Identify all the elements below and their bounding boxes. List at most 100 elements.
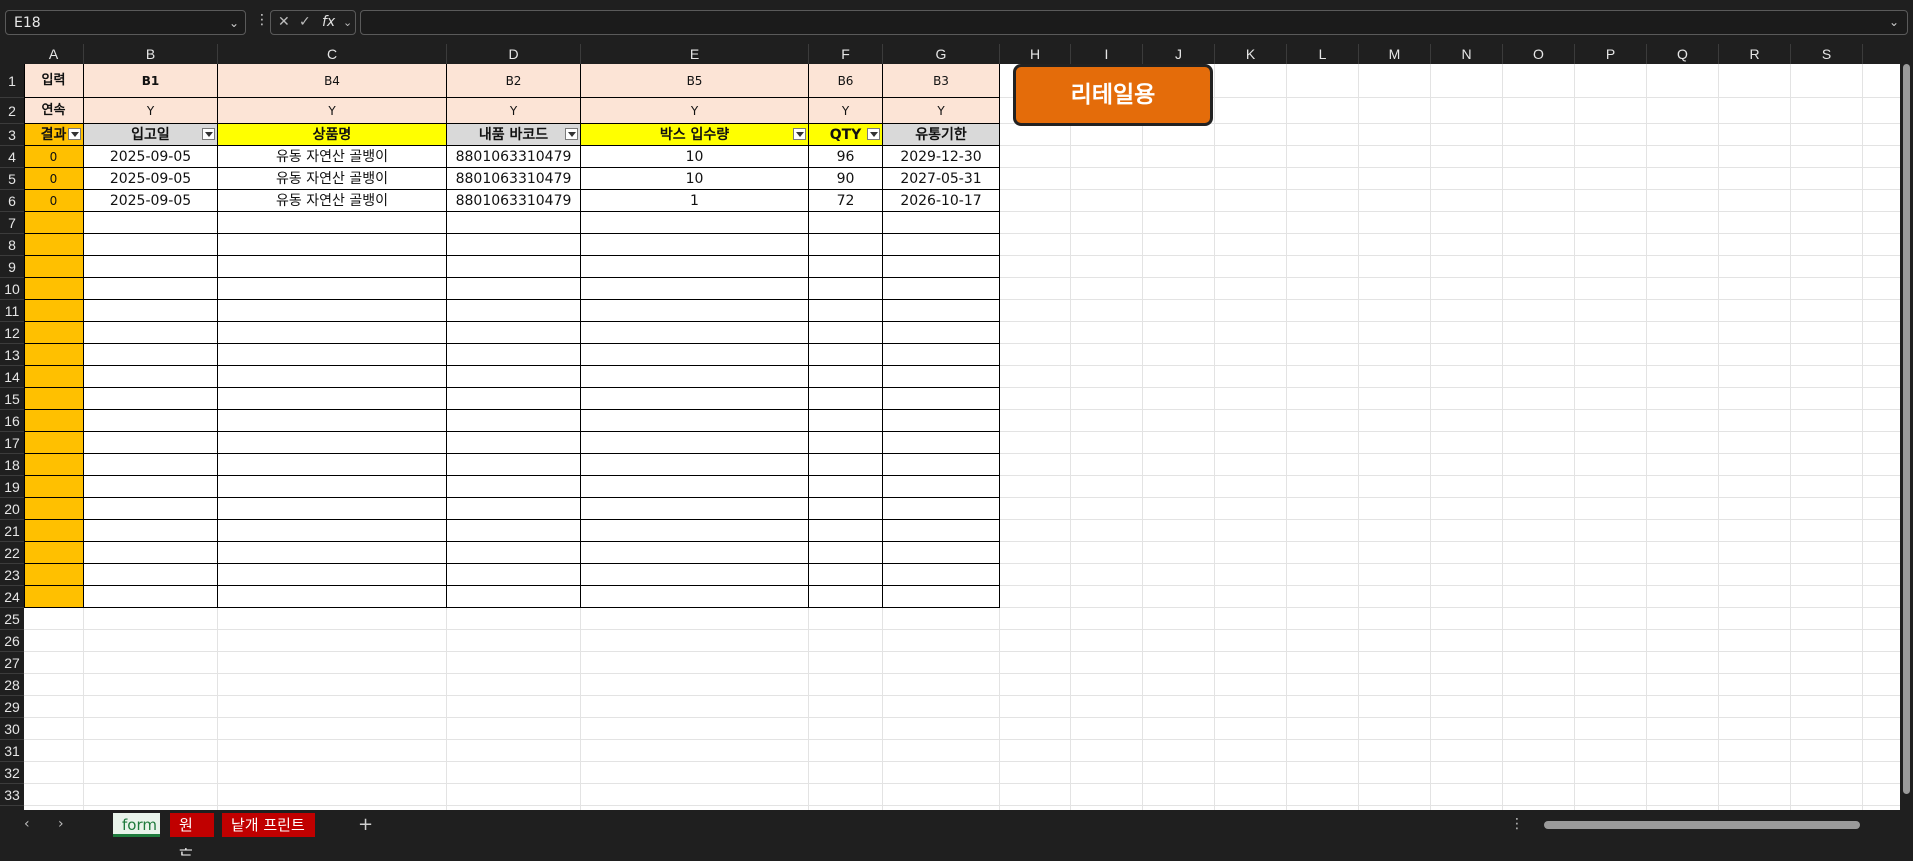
row-header[interactable]: 24 bbox=[0, 586, 24, 608]
empty-cell[interactable] bbox=[84, 212, 218, 234]
row-header[interactable]: 4 bbox=[0, 146, 24, 168]
empty-cell[interactable] bbox=[447, 498, 581, 520]
empty-cell[interactable] bbox=[218, 454, 447, 476]
empty-cell[interactable] bbox=[883, 278, 1000, 300]
empty-cell[interactable] bbox=[447, 234, 581, 256]
empty-cell[interactable] bbox=[218, 388, 447, 410]
data-cell[interactable]: 96 bbox=[809, 146, 883, 168]
empty-cell[interactable] bbox=[809, 388, 883, 410]
table-header[interactable]: 입고일 bbox=[84, 124, 218, 146]
empty-cell[interactable] bbox=[84, 542, 218, 564]
empty-cell[interactable] bbox=[447, 300, 581, 322]
retail-button[interactable]: 리테일용 bbox=[1013, 64, 1213, 126]
filter-dropdown-icon[interactable] bbox=[867, 128, 880, 140]
empty-cell[interactable] bbox=[24, 564, 84, 586]
empty-cell[interactable] bbox=[883, 234, 1000, 256]
more-options-icon[interactable]: ⋮ bbox=[1510, 816, 1524, 832]
empty-cell[interactable] bbox=[24, 300, 84, 322]
next-sheet-icon[interactable]: › bbox=[58, 816, 64, 832]
data-cell[interactable]: 8801063310479 bbox=[447, 168, 581, 190]
empty-cell[interactable] bbox=[218, 498, 447, 520]
empty-cell[interactable] bbox=[809, 344, 883, 366]
empty-cell[interactable] bbox=[809, 212, 883, 234]
row-header[interactable]: 13 bbox=[0, 344, 24, 366]
empty-cell[interactable] bbox=[581, 454, 809, 476]
row-header[interactable]: 33 bbox=[0, 784, 24, 806]
empty-cell[interactable] bbox=[447, 366, 581, 388]
table-header[interactable]: 결과 bbox=[24, 124, 84, 146]
empty-cell[interactable] bbox=[84, 278, 218, 300]
empty-cell[interactable] bbox=[218, 256, 447, 278]
row-header[interactable]: 30 bbox=[0, 718, 24, 740]
row-header[interactable]: 20 bbox=[0, 498, 24, 520]
empty-cell[interactable] bbox=[447, 388, 581, 410]
row-header[interactable]: 23 bbox=[0, 564, 24, 586]
row-header[interactable]: 27 bbox=[0, 652, 24, 674]
column-header[interactable]: F bbox=[809, 44, 883, 64]
empty-cell[interactable] bbox=[24, 520, 84, 542]
table-header[interactable]: QTY bbox=[809, 124, 883, 146]
row-header[interactable]: 25 bbox=[0, 608, 24, 630]
empty-cell[interactable] bbox=[24, 586, 84, 608]
empty-cell[interactable] bbox=[84, 234, 218, 256]
empty-cell[interactable] bbox=[24, 344, 84, 366]
empty-cell[interactable] bbox=[84, 410, 218, 432]
table-header[interactable]: 박스 입수량 bbox=[581, 124, 809, 146]
empty-cell[interactable] bbox=[581, 520, 809, 542]
empty-cell[interactable] bbox=[24, 454, 84, 476]
table-header[interactable]: 상품명 bbox=[218, 124, 447, 146]
data-cell[interactable]: 유동 자연산 골뱅이 bbox=[218, 168, 447, 190]
empty-cell[interactable] bbox=[218, 234, 447, 256]
empty-cell[interactable] bbox=[883, 454, 1000, 476]
filter-dropdown-icon[interactable] bbox=[793, 128, 806, 140]
empty-cell[interactable] bbox=[218, 322, 447, 344]
empty-cell[interactable] bbox=[84, 454, 218, 476]
empty-cell[interactable] bbox=[581, 344, 809, 366]
formula-input[interactable]: ⌄ bbox=[360, 10, 1908, 35]
empty-cell[interactable] bbox=[581, 366, 809, 388]
empty-cell[interactable] bbox=[809, 498, 883, 520]
empty-cell[interactable] bbox=[581, 234, 809, 256]
empty-cell[interactable] bbox=[447, 322, 581, 344]
add-sheet-icon[interactable]: + bbox=[358, 814, 373, 835]
confirm-icon[interactable]: ✓ bbox=[299, 14, 311, 30]
empty-cell[interactable] bbox=[84, 498, 218, 520]
result-cell[interactable]: 0 bbox=[24, 190, 84, 212]
column-header[interactable]: L bbox=[1287, 44, 1359, 64]
data-cell[interactable]: 8801063310479 bbox=[447, 146, 581, 168]
column-header[interactable]: E bbox=[581, 44, 809, 64]
table-header[interactable]: 내품 바코드 bbox=[447, 124, 581, 146]
empty-cell[interactable] bbox=[809, 586, 883, 608]
empty-cell[interactable] bbox=[809, 410, 883, 432]
column-header[interactable]: K bbox=[1215, 44, 1287, 64]
empty-cell[interactable] bbox=[581, 212, 809, 234]
empty-cell[interactable] bbox=[218, 366, 447, 388]
empty-cell[interactable] bbox=[84, 432, 218, 454]
empty-cell[interactable] bbox=[809, 300, 883, 322]
empty-cell[interactable] bbox=[84, 256, 218, 278]
input-key-cell[interactable]: B6 bbox=[809, 64, 883, 98]
column-header[interactable]: R bbox=[1719, 44, 1791, 64]
column-header[interactable]: Q bbox=[1647, 44, 1719, 64]
empty-cell[interactable] bbox=[809, 564, 883, 586]
empty-cell[interactable] bbox=[84, 366, 218, 388]
continuous-cell[interactable]: Y bbox=[809, 98, 883, 124]
tab-single-print[interactable]: 낱개 프린트 bbox=[222, 813, 315, 837]
column-header[interactable]: O bbox=[1503, 44, 1575, 64]
empty-cell[interactable] bbox=[883, 366, 1000, 388]
empty-cell[interactable] bbox=[218, 542, 447, 564]
row-header[interactable]: 32 bbox=[0, 762, 24, 784]
row-header[interactable]: 21 bbox=[0, 520, 24, 542]
row-header[interactable]: 12 bbox=[0, 322, 24, 344]
empty-cell[interactable] bbox=[24, 234, 84, 256]
row-header[interactable]: 22 bbox=[0, 542, 24, 564]
empty-cell[interactable] bbox=[809, 366, 883, 388]
expand-formula-icon[interactable]: ⌄ bbox=[1889, 15, 1899, 29]
empty-cell[interactable] bbox=[447, 410, 581, 432]
empty-cell[interactable] bbox=[218, 344, 447, 366]
row-header[interactable]: 31 bbox=[0, 740, 24, 762]
column-header[interactable]: M bbox=[1359, 44, 1431, 64]
data-cell[interactable]: 2025-09-05 bbox=[84, 190, 218, 212]
chevron-down-icon[interactable]: ⌄ bbox=[229, 11, 239, 36]
empty-cell[interactable] bbox=[883, 542, 1000, 564]
